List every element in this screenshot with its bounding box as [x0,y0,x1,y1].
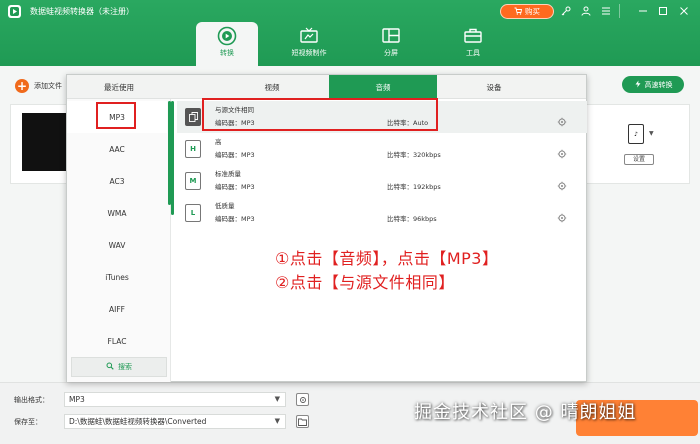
preset-bitrate: 比特率：192kbps [387,183,441,191]
tab-audio[interactable]: 音频 [329,75,437,99]
format-category-tabs: 最近使用 视频 音频 设备 [67,75,586,99]
tab-short-video-label: 短视频制作 [291,49,327,57]
format-item-ac3[interactable]: AC3 [67,165,167,197]
app-header: 数据蛙视频转换器（未注册） 购买 转换 短视频制作 分屏 工具 [0,0,700,66]
output-format-value: MP3 [69,395,85,404]
output-format-select[interactable]: MP3 ▼ [64,392,286,407]
chevron-down-icon: ▼ [274,417,280,425]
tab-tools-label: 工具 [466,49,480,57]
cart-icon [514,7,523,17]
search-icon [106,362,114,372]
fast-convert-button[interactable]: 高速转换 [622,76,684,93]
search-label: 搜索 [118,363,132,371]
close-icon[interactable] [677,4,691,18]
folder-icon[interactable] [296,415,309,428]
highlight-box-same-as-source [202,98,438,131]
buy-label: 购买 [525,7,540,16]
annotation-step-2: ②点击【与源文件相同】 [275,273,455,292]
preset-item[interactable]: M 标准质量 编码器：MP3 比特率：192kbps [177,165,587,197]
format-list: MP3 AAC AC3 WMA WAV iTunes AIFF FLAC 搜索 [67,99,171,382]
tab-split-screen[interactable]: 分屏 [360,22,422,66]
preset-item[interactable]: H 高 编码器：MP3 比特率：320kbps [177,133,587,165]
tab-convert-label: 转换 [220,49,234,57]
preset-item[interactable]: L 低质量 编码器：MP3 比特率：96kbps [177,197,587,229]
tab-video[interactable]: 视频 [217,75,327,99]
low-quality-icon: L [185,204,201,222]
buy-button[interactable]: 购买 [500,4,554,19]
format-item-aiff[interactable]: AIFF [67,293,167,325]
tab-recent[interactable]: 最近使用 [67,75,171,99]
tab-device[interactable]: 设备 [439,75,549,99]
save-path-select[interactable]: D:\数据蛙\数据蛙视频转换器\Converted ▼ [64,414,286,429]
toolbox-icon [463,26,483,46]
menu-icon[interactable] [599,4,613,18]
same-as-source-icon [185,108,201,126]
convert-icon [217,26,237,46]
save-to-label: 保存至： [14,418,42,426]
format-settings-icon[interactable] [296,393,309,406]
gear-icon[interactable] [557,208,567,223]
divider [619,4,633,18]
add-file-label: 添加文件 [34,82,62,90]
add-file-button[interactable]: + 添加文件 [15,79,62,93]
preset-bitrate: 比特率：320kbps [387,151,441,159]
medium-quality-icon: M [185,172,201,190]
maximize-icon[interactable] [656,4,670,18]
app-logo-icon [8,5,21,18]
app-title: 数据蛙视频转换器（未注册） [30,7,134,16]
format-item-wav[interactable]: WAV [67,229,167,261]
output-format-label: 输出格式： [14,396,49,404]
preset-name: 低质量 [215,202,235,210]
save-path-value: D:\数据蛙\数据蛙视频转换器\Converted [69,417,207,426]
tv-icon [299,26,319,46]
preset-name: 高 [215,138,222,146]
format-item-wma[interactable]: WMA [67,197,167,229]
preset-name: 标准质量 [215,170,241,178]
preset-list-scrollbar[interactable] [171,101,174,215]
gear-icon[interactable] [557,176,567,191]
format-item-aac[interactable]: AAC [67,133,167,165]
tab-split-screen-label: 分屏 [384,49,398,57]
plus-icon: + [15,79,29,93]
highlight-box-mp3 [96,102,136,129]
preset-codec: 编码器：MP3 [215,183,255,191]
lightning-icon [634,80,642,90]
file-settings-button[interactable]: 设置 [624,154,654,165]
tab-convert[interactable]: 转换 [196,22,258,66]
video-thumbnail[interactable] [22,113,70,171]
split-screen-icon [381,26,401,46]
tab-short-video[interactable]: 短视频制作 [278,22,340,66]
format-item-flac[interactable]: FLAC [67,325,167,357]
preset-bitrate: 比特率：96kbps [387,215,437,223]
chevron-down-icon[interactable]: ▼ [649,130,654,137]
tab-tools[interactable]: 工具 [442,22,504,66]
user-icon[interactable] [579,4,593,18]
gear-icon[interactable] [557,144,567,159]
annotation-step-1: ①点击【音频】，点击【MP3】 [275,249,499,268]
preset-codec: 编码器：MP3 [215,215,255,223]
gear-icon[interactable] [557,112,567,127]
format-item-itunes[interactable]: iTunes [67,261,167,293]
key-icon[interactable] [559,4,573,18]
format-search-button[interactable]: 搜索 [71,357,167,377]
minimize-icon[interactable] [636,4,650,18]
watermark: 掘金技术社区 @ 晴朗姐姐 [414,402,637,423]
high-quality-icon: H [185,140,201,158]
fast-convert-label: 高速转换 [644,80,673,89]
preset-codec: 编码器：MP3 [215,151,255,159]
chevron-down-icon: ▼ [274,395,280,403]
output-format-icon[interactable]: ♪ [628,124,644,144]
